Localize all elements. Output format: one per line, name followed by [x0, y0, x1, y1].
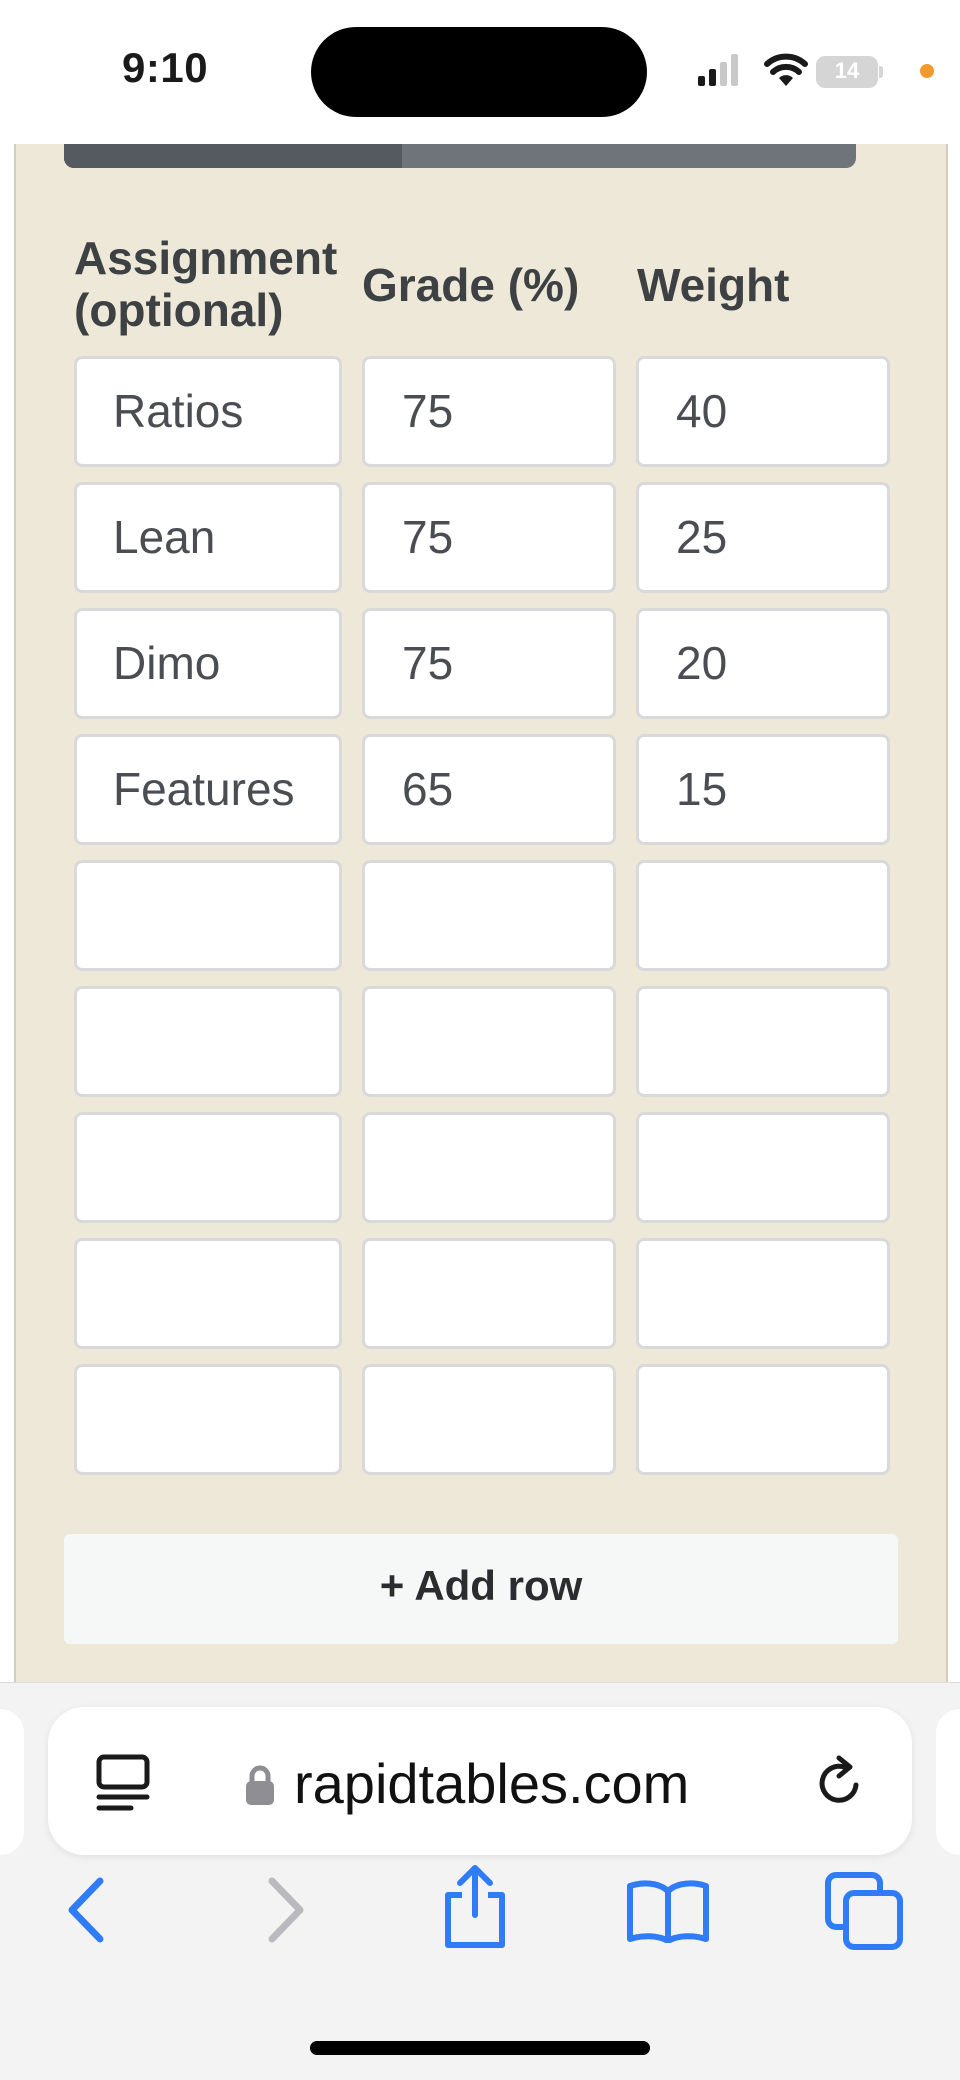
add-row-label: + Add row — [379, 1562, 583, 1609]
grade-input[interactable]: 75 — [362, 608, 616, 719]
grade-input[interactable] — [362, 1364, 616, 1475]
assignment-input[interactable] — [74, 860, 342, 971]
weight-input[interactable] — [636, 1238, 890, 1349]
tabs-icon[interactable] — [824, 1871, 904, 1951]
reader-icon[interactable] — [95, 1753, 151, 1813]
assignment-input[interactable] — [74, 1112, 342, 1223]
weight-input[interactable] — [636, 1112, 890, 1223]
lock-icon — [246, 1765, 274, 1805]
header-grade: Grade (%) — [362, 259, 580, 311]
wifi-icon — [764, 53, 808, 86]
share-icon[interactable] — [440, 1863, 510, 1949]
weight-input[interactable] — [636, 1364, 890, 1475]
browser-toolbar: rapidtables.com — [0, 1682, 960, 2080]
assignment-input[interactable]: Ratios — [74, 356, 342, 467]
weight-input[interactable]: 20 — [636, 608, 890, 719]
url-text: rapidtables.com — [294, 1752, 690, 1815]
privacy-indicator-dot — [920, 64, 934, 78]
dynamic-island — [311, 27, 647, 117]
address-bar[interactable]: rapidtables.com — [48, 1707, 912, 1855]
battery-icon: 14 — [816, 56, 878, 88]
bookmarks-icon[interactable] — [626, 1877, 710, 1943]
assignment-input[interactable]: Features — [74, 734, 342, 845]
grade-input[interactable] — [362, 1238, 616, 1349]
back-icon[interactable] — [62, 1875, 112, 1945]
grade-input[interactable] — [362, 860, 616, 971]
grade-input[interactable]: 65 — [362, 734, 616, 845]
signal-icon — [698, 54, 738, 86]
home-indicator[interactable] — [310, 2041, 650, 2055]
next-tab-peek[interactable] — [936, 1709, 960, 1855]
weight-input[interactable] — [636, 860, 890, 971]
header-assignment: Assignment (optional) — [74, 232, 338, 336]
header-weight: Weight — [637, 259, 790, 311]
weight-input[interactable]: 15 — [636, 734, 890, 845]
tab-active[interactable] — [64, 144, 402, 168]
grade-input[interactable]: 75 — [362, 356, 616, 467]
status-time: 9:10 — [122, 44, 209, 91]
assignment-input[interactable] — [74, 986, 342, 1097]
weight-input[interactable]: 25 — [636, 482, 890, 593]
assignment-input[interactable]: Lean — [74, 482, 342, 593]
weight-input[interactable] — [636, 986, 890, 1097]
assignment-input[interactable] — [74, 1238, 342, 1349]
battery-level: 14 — [834, 58, 860, 83]
status-bar: 9:10 14 — [0, 0, 960, 144]
add-row-button[interactable]: + Add row — [64, 1534, 898, 1644]
assignment-input[interactable] — [74, 1364, 342, 1475]
forward-icon[interactable] — [260, 1875, 310, 1945]
assignment-input[interactable]: Dimo — [74, 608, 342, 719]
grade-input[interactable] — [362, 986, 616, 1097]
grade-input[interactable] — [362, 1112, 616, 1223]
page-content: Assignment (optional) Grade (%) Weight R… — [14, 144, 948, 1682]
previous-tab-peek[interactable] — [0, 1709, 24, 1855]
grade-input[interactable]: 75 — [362, 482, 616, 593]
reload-icon[interactable] — [812, 1755, 868, 1811]
weight-input[interactable]: 40 — [636, 356, 890, 467]
calculator-tabs[interactable] — [64, 144, 856, 168]
battery-tip — [879, 66, 883, 78]
